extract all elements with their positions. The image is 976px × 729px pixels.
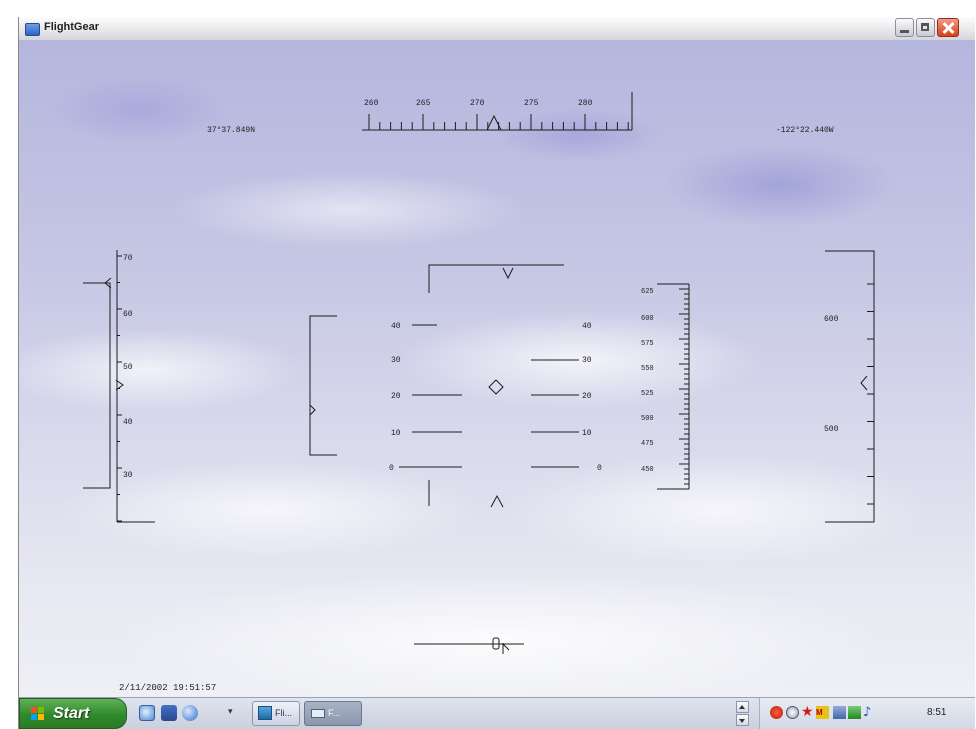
media-player-icon[interactable] — [182, 705, 198, 721]
messenger-icon[interactable]: M — [816, 706, 829, 719]
pitch-label-left: 30 — [391, 356, 401, 365]
volume-icon[interactable]: ♪ — [863, 706, 876, 719]
window-title: FlightGear — [44, 21, 100, 33]
speed-label: 450 — [641, 466, 654, 474]
network-icon[interactable] — [786, 706, 799, 719]
speed-label: 600 — [641, 315, 654, 323]
minimize-button[interactable] — [895, 18, 914, 37]
task-label: Fli... — [275, 708, 292, 718]
display-icon[interactable] — [833, 706, 846, 719]
flight-path-marker-icon — [488, 379, 504, 395]
pitch-ladder: 40 30 20 10 0 40 30 20 10 0 — [309, 264, 602, 508]
roll-pointer-icon — [502, 267, 514, 280]
left-scale-label: 60 — [123, 310, 133, 319]
flightgear-icon — [25, 23, 40, 36]
heading-label: 260 — [364, 99, 379, 108]
pitch-label-right: 40 — [582, 322, 592, 331]
speed-label: 500 — [641, 415, 654, 423]
altitude-pointer-icon — [860, 375, 868, 391]
hud-overlay: 37°37.849N -122°22.440W 260 265 270 275 … — [83, 92, 875, 693]
heading-scale-ticks — [368, 114, 629, 130]
left-bracket — [83, 282, 111, 489]
taskbar-task-button-active[interactable]: F... — [304, 701, 362, 726]
altitude-label: 600 — [824, 315, 839, 324]
heading-label: 265 — [416, 99, 431, 108]
pitch-label-left: 20 — [391, 392, 401, 401]
slip-indicator — [414, 637, 524, 654]
heading-label: 275 — [524, 99, 539, 108]
pitch-label-right: 0 — [597, 464, 602, 473]
antivirus-icon[interactable] — [770, 706, 783, 719]
security-icon[interactable] — [848, 706, 861, 719]
browser-icon[interactable] — [139, 705, 155, 721]
speed-label: 575 — [641, 340, 654, 348]
pitch-label-left: 0 — [389, 464, 394, 473]
task-app-icon — [258, 706, 272, 720]
speed-label: 475 — [641, 440, 654, 448]
altitude-label: 500 — [824, 425, 839, 434]
altitude-scale-ticks — [867, 283, 874, 505]
speed-tape-ticks — [679, 288, 689, 490]
pitch-label-left: 10 — [391, 429, 401, 438]
speed-label: 550 — [641, 365, 654, 373]
pitch-label-right: 30 — [582, 356, 592, 365]
speed-label: 525 — [641, 390, 654, 398]
latitude-readout: 37°37.849N — [207, 126, 255, 135]
windows-flag-icon — [31, 707, 44, 720]
email-icon[interactable] — [161, 705, 177, 721]
left-scale-label: 30 — [123, 471, 133, 480]
altitude-frame — [825, 250, 875, 523]
altitude-scale: 600 500 — [824, 250, 875, 523]
system-tray: ★ M ♪ 8:51 — [759, 698, 975, 729]
start-button[interactable]: Start — [19, 698, 127, 729]
task-window-icon — [311, 709, 325, 718]
pitch-left-bracket — [309, 315, 337, 456]
taskbar-scroll-up-button[interactable] — [736, 701, 749, 713]
alert-icon[interactable]: ★ — [801, 705, 814, 719]
maximize-button[interactable] — [916, 18, 935, 37]
flight-viewport[interactable]: 37°37.849N -122°22.440W 260 265 270 275 … — [19, 40, 975, 697]
clock: 8:51 — [927, 707, 947, 718]
quick-launch-chevron-icon[interactable]: ▾ — [228, 707, 236, 717]
pitch-frame-top — [428, 264, 564, 293]
title-bar[interactable]: FlightGear — [19, 17, 975, 41]
taskbar-task-button[interactable]: Fli... — [252, 701, 300, 726]
sim-timestamp: 2/11/2002 19:51:57 — [119, 683, 216, 693]
heading-label: 280 — [578, 99, 593, 108]
longitude-readout: -122°22.440W — [776, 126, 834, 135]
pitch-bracket-marker-icon — [309, 404, 316, 416]
start-label: Start — [53, 705, 90, 722]
taskbar-scroll-down-button[interactable] — [736, 714, 749, 726]
left-scale: 70 60 50 40 30 — [83, 250, 155, 523]
taskbar: Start ▾ Fli... F... ★ M ♪ 8:51 — [19, 697, 975, 729]
left-scale-label: 70 — [123, 254, 133, 263]
heading-label: 270 — [470, 99, 485, 108]
pitch-label-right: 20 — [582, 392, 592, 401]
task-label: F... — [328, 708, 341, 718]
aircraft-reference-icon — [490, 494, 504, 508]
left-scale-label: 50 — [123, 363, 133, 372]
pitch-label-left: 40 — [391, 322, 401, 331]
heading-scale: 260 265 270 275 280 — [362, 92, 633, 131]
speed-tape: 625 600 575 550 525 500 475 450 — [641, 283, 690, 490]
speed-label: 625 — [641, 288, 654, 296]
close-button[interactable] — [937, 18, 959, 37]
flightgear-window: FlightGear 37°37.849N -122°22.440W 260 2… — [18, 17, 975, 729]
slip-marker-icon — [502, 643, 510, 654]
pitch-label-right: 10 — [582, 429, 592, 438]
left-scale-label: 40 — [123, 418, 133, 427]
